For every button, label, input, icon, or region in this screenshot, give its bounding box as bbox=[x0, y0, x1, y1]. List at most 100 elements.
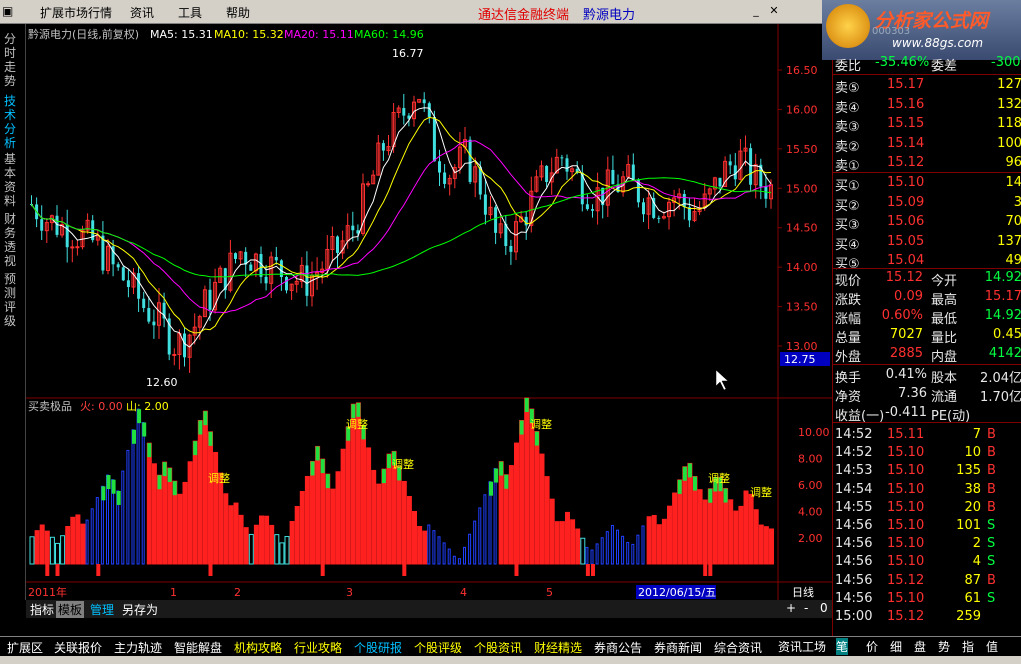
indicator-bar-top bbox=[723, 488, 728, 503]
tab-fundamentals[interactable]: 基本资料 bbox=[4, 152, 22, 208]
zoom-out-button[interactable]: - bbox=[802, 601, 810, 615]
ask-row-cell: 卖⑤ bbox=[835, 81, 860, 96]
indicator-bar bbox=[565, 511, 570, 565]
tab-technical[interactable]: 技术分析 bbox=[4, 94, 22, 150]
indicator-bar-top bbox=[693, 476, 697, 491]
candle-body bbox=[749, 148, 753, 185]
status-tab[interactable]: 个股评级 bbox=[411, 639, 465, 656]
indicator-bar bbox=[75, 514, 81, 565]
menu-help[interactable]: 帮助 bbox=[226, 4, 250, 21]
stat-row: 外盘 2885 内盘 4142 bbox=[833, 345, 1021, 365]
indicator-bar-top bbox=[142, 422, 147, 437]
close-icon[interactable]: ✕ bbox=[766, 3, 782, 19]
indicator-bar bbox=[187, 461, 193, 565]
tab-indicator[interactable]: 指标 bbox=[28, 601, 56, 618]
right-button[interactable]: 笔 bbox=[836, 638, 849, 655]
tick-row-cell: 14:56 bbox=[835, 554, 873, 570]
tab-financial[interactable]: 财务透视 bbox=[4, 212, 22, 268]
status-tab[interactable]: 关联报价 bbox=[51, 639, 105, 656]
status-tab[interactable]: 机构攻略 bbox=[231, 639, 285, 656]
indicator-bar-top bbox=[162, 462, 167, 477]
minimize-icon[interactable]: _ bbox=[748, 3, 764, 19]
menu-extended-market[interactable]: 扩展市场行情 bbox=[40, 4, 112, 21]
candle-body bbox=[565, 158, 569, 172]
candle-body bbox=[285, 276, 288, 291]
bid-row-cell: 15.04 bbox=[887, 253, 925, 268]
indicator-bar-top bbox=[132, 429, 136, 444]
indicator-bar bbox=[44, 530, 50, 565]
indicator-bar-neg bbox=[703, 564, 708, 576]
indicator-bar-neg bbox=[96, 564, 101, 576]
weidiff-label: 委差 bbox=[931, 59, 958, 74]
right-button[interactable]: 资讯工场 bbox=[778, 638, 826, 655]
signal-label-6: 调整 bbox=[750, 485, 772, 499]
tick-row-cell: 15:00 bbox=[835, 609, 873, 624]
tick-row: 14:55 15.10 20 B bbox=[833, 499, 1021, 518]
right-button[interactable]: 指 bbox=[962, 638, 974, 655]
zoom-in-button[interactable]: + bbox=[784, 601, 798, 615]
indicator-bar bbox=[595, 543, 599, 565]
status-tab[interactable]: 券商公告 bbox=[591, 639, 645, 656]
status-tab[interactable]: 个股研报 bbox=[351, 639, 405, 656]
tick-row: 14:56 15.10 101 S bbox=[833, 517, 1021, 536]
candle-body bbox=[305, 265, 309, 296]
status-tab[interactable]: 扩展区 bbox=[4, 639, 46, 656]
tab-manage[interactable]: 管理 bbox=[88, 601, 116, 618]
stat-row-cell: 涨幅 bbox=[835, 312, 862, 327]
menu-tools[interactable]: 工具 bbox=[178, 4, 202, 21]
app-menu-icon[interactable]: ▣ bbox=[2, 4, 13, 18]
logo-emblem-icon bbox=[826, 4, 870, 48]
tick-row-cell: 259 bbox=[956, 609, 981, 624]
indicator-bar-neg bbox=[55, 564, 60, 576]
right-button[interactable]: 细 bbox=[890, 638, 902, 655]
right-button[interactable]: 价 bbox=[866, 638, 878, 655]
indicator-bar bbox=[524, 397, 530, 565]
tab-save-as[interactable]: 另存为 bbox=[120, 601, 160, 618]
tab-timeshare[interactable]: 分时走势 bbox=[4, 32, 22, 88]
indicator-bar-top bbox=[687, 463, 692, 478]
status-tab[interactable]: 主力轨迹 bbox=[111, 639, 165, 656]
indicator-bar bbox=[636, 534, 640, 565]
indicator-bar bbox=[228, 505, 234, 565]
menu-news[interactable]: 资讯 bbox=[130, 4, 154, 21]
chart-title: 黔源电力(日线,前复权) bbox=[28, 27, 139, 41]
tick-row-cell: 15.12 bbox=[887, 609, 925, 624]
candle-body bbox=[70, 246, 75, 249]
stat-row: 涨跌 0.09 最高 15.17 bbox=[833, 288, 1021, 308]
stat2-row-cell: 流通 bbox=[931, 390, 958, 405]
right-button[interactable]: 势 bbox=[938, 638, 950, 655]
stat-row: 总量 7027 量比 0.45 bbox=[833, 326, 1021, 346]
status-tab[interactable]: 智能解盘 bbox=[171, 639, 225, 656]
period-label[interactable]: 日线 bbox=[792, 585, 814, 599]
xaxis-month-2: 2 bbox=[234, 586, 241, 599]
indicator-bar-top bbox=[101, 486, 106, 501]
tick-row-cell: B bbox=[987, 427, 996, 442]
status-tab[interactable]: 个股资讯 bbox=[471, 639, 525, 656]
indicator-bar bbox=[473, 520, 477, 565]
price-tick: 14.50 bbox=[786, 222, 818, 235]
tab-template[interactable]: 模板 bbox=[56, 601, 85, 618]
indicator-bar bbox=[294, 505, 300, 565]
status-tab[interactable]: 券商新闻 bbox=[651, 639, 705, 656]
status-tab[interactable]: 行业攻略 bbox=[291, 639, 345, 656]
kline-chart-area[interactable]: 黔源电力(日线,前复权) MA5: 15.31 MA10: 15.32 MA20… bbox=[26, 24, 832, 600]
tab-forecast[interactable]: 预测评级 bbox=[4, 272, 22, 328]
indicator-bar bbox=[361, 424, 366, 565]
indicator-bar bbox=[238, 514, 244, 565]
indicator-tick: 4.00 bbox=[798, 506, 823, 519]
high-price-label: 16.77 bbox=[392, 47, 424, 60]
zoom-reset-button[interactable]: 0 bbox=[818, 601, 830, 615]
status-tab[interactable]: 财经精选 bbox=[531, 639, 585, 656]
stat-row-cell: 0.09 bbox=[894, 289, 923, 304]
indicator-bar bbox=[49, 536, 55, 565]
ask-row-cell: 15.12 bbox=[887, 155, 925, 170]
bid-row-cell: 15.10 bbox=[887, 175, 925, 190]
right-button[interactable]: 值 bbox=[986, 638, 998, 655]
right-button[interactable]: 盘 bbox=[914, 638, 926, 655]
status-tab[interactable]: 综合资讯 bbox=[711, 639, 765, 656]
indicator-bar bbox=[381, 468, 387, 565]
indicator-bar bbox=[233, 502, 239, 565]
candle-body bbox=[545, 165, 549, 182]
candle-body bbox=[75, 246, 80, 249]
candle-body bbox=[351, 225, 355, 231]
